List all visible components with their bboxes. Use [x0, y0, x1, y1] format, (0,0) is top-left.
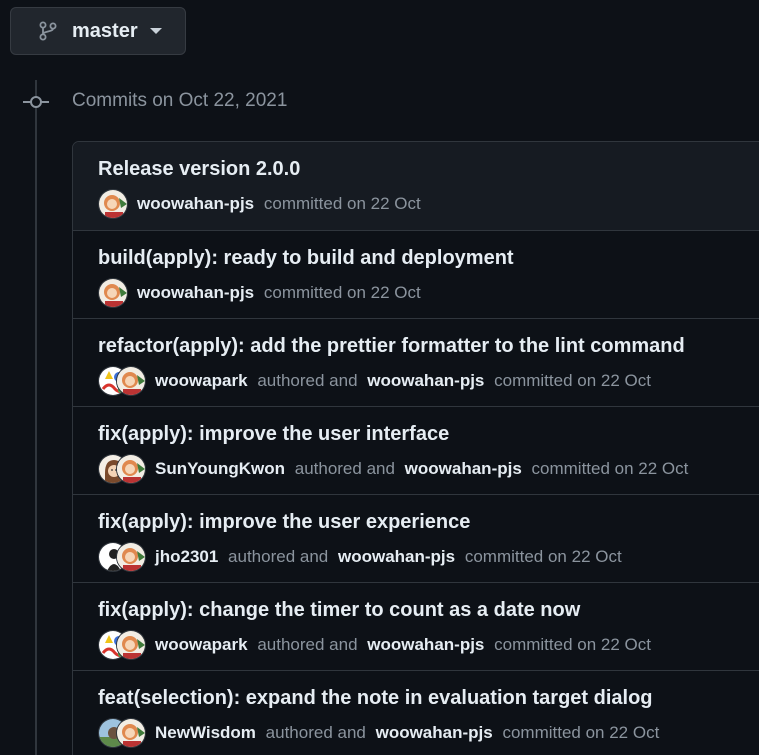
commit-meta-text: woowapark authored and woowahan-pjs comm… [155, 371, 651, 391]
commit-meta-text: woowahan-pjs committed on 22 Oct [137, 283, 421, 303]
branch-name: master [72, 19, 138, 42]
author-link[interactable]: woowapark [155, 635, 248, 654]
author-link[interactable]: NewWisdom [155, 723, 256, 742]
commit-meta: woowapark authored and woowahan-pjs comm… [98, 365, 651, 397]
commit-row: build(apply): ready to build and deploym… [73, 231, 759, 319]
avatar-group [98, 277, 128, 309]
committed-date-text: committed on 22 Oct [531, 459, 689, 478]
commit-row: fix(apply): improve the user experience … [73, 495, 759, 583]
avatar[interactable] [98, 278, 128, 308]
author-link[interactable]: woowahan-pjs [137, 283, 254, 302]
commit-row: fix(apply): improve the user interface S… [73, 407, 759, 495]
commit-title-link[interactable]: fix(apply): improve the user interface [98, 423, 449, 446]
committer-link[interactable]: woowahan-pjs [405, 459, 522, 478]
commit-group-title: Commits on Oct 22, 2021 [72, 90, 288, 111]
author-link[interactable]: woowapark [155, 371, 248, 390]
avatar[interactable] [116, 454, 146, 484]
committer-link[interactable]: woowahan-pjs [338, 547, 455, 566]
authored-text: authored and [265, 723, 366, 742]
avatar[interactable] [116, 366, 146, 396]
timeline-line [35, 80, 37, 755]
authored-text: authored and [257, 635, 358, 654]
author-link[interactable]: SunYoungKwon [155, 459, 285, 478]
commit-meta: woowahan-pjs committed on 22 Oct [98, 188, 421, 220]
authored-text: authored and [228, 547, 329, 566]
commit-title-link[interactable]: feat(selection): expand the note in eval… [98, 687, 653, 710]
commit-title-link[interactable]: Release version 2.0.0 [98, 158, 300, 181]
branch-selector-button[interactable]: master [10, 7, 186, 55]
avatar-group [98, 188, 128, 220]
avatar-group [98, 541, 146, 573]
commit-row: Release version 2.0.0 woowahan-pjs commi… [73, 142, 759, 231]
authored-text: authored and [257, 371, 358, 390]
authored-text: authored and [294, 459, 395, 478]
commit-meta: jho2301 authored and woowahan-pjs commit… [98, 541, 622, 573]
avatar-group [98, 629, 146, 661]
committed-date-text: committed on 22 Oct [263, 194, 421, 213]
commit-meta-text: woowahan-pjs committed on 22 Oct [137, 194, 421, 214]
commit-meta: woowahan-pjs committed on 22 Oct [98, 277, 421, 309]
commit-title-link[interactable]: build(apply): ready to build and deploym… [98, 247, 514, 270]
committed-date-text: committed on 22 Oct [263, 283, 421, 302]
committed-date-text: committed on 22 Oct [494, 635, 651, 654]
commit-row: fix(apply): change the timer to count as… [73, 583, 759, 671]
git-branch-icon [38, 21, 58, 41]
commit-meta: woowapark authored and woowahan-pjs comm… [98, 629, 651, 661]
avatar-group [98, 365, 146, 397]
committed-date-text: committed on 22 Oct [464, 547, 622, 566]
commit-list: Release version 2.0.0 woowahan-pjs commi… [72, 141, 759, 755]
avatar-group [98, 453, 146, 485]
committer-link[interactable]: woowahan-pjs [376, 723, 493, 742]
commit-meta: NewWisdom authored and woowahan-pjs comm… [98, 717, 659, 749]
committer-link[interactable]: woowahan-pjs [367, 371, 484, 390]
chevron-down-icon [149, 28, 162, 34]
avatar[interactable] [98, 189, 128, 219]
commit-node-icon [23, 91, 49, 113]
commit-meta-text: woowapark authored and woowahan-pjs comm… [155, 635, 651, 655]
commit-title-link[interactable]: fix(apply): improve the user experience [98, 511, 470, 534]
commit-row: feat(selection): expand the note in eval… [73, 671, 759, 755]
avatar[interactable] [116, 542, 146, 572]
commit-title-link[interactable]: refactor(apply): add the prettier format… [98, 335, 685, 358]
commit-meta-text: jho2301 authored and woowahan-pjs commit… [155, 547, 622, 567]
committed-date-text: committed on 22 Oct [494, 371, 651, 390]
avatar[interactable] [116, 630, 146, 660]
committer-link[interactable]: woowahan-pjs [367, 635, 484, 654]
author-link[interactable]: jho2301 [155, 547, 218, 566]
avatar[interactable] [116, 718, 146, 748]
commit-title-link[interactable]: fix(apply): change the timer to count as… [98, 599, 580, 622]
author-link[interactable]: woowahan-pjs [137, 194, 254, 213]
avatar-group [98, 717, 146, 749]
commit-meta-text: NewWisdom authored and woowahan-pjs comm… [155, 723, 659, 743]
commit-meta: SunYoungKwon authored and woowahan-pjs c… [98, 453, 688, 485]
committed-date-text: committed on 22 Oct [502, 723, 660, 742]
commit-row: refactor(apply): add the prettier format… [73, 319, 759, 407]
commit-meta-text: SunYoungKwon authored and woowahan-pjs c… [155, 459, 688, 479]
